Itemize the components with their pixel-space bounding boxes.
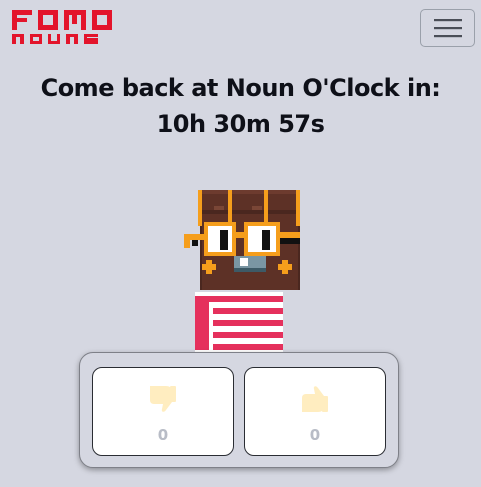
dislike-count: 0: [157, 426, 169, 444]
top-navbar: [0, 0, 481, 56]
like-button[interactable]: 0: [244, 367, 386, 456]
countdown-headline: Come back at Noun O'Clock in: 10h 30m 57…: [0, 70, 481, 142]
menu-toggle-button[interactable]: [420, 9, 475, 47]
countdown-timer: 10h 30m 57s: [156, 110, 325, 138]
noun-character-image: [180, 188, 304, 352]
fomo-nouns-logo[interactable]: [12, 10, 116, 44]
vote-panel: 0 0: [79, 352, 399, 468]
keyhole-mouth: [234, 256, 266, 272]
thumbs-up-icon: [245, 382, 385, 418]
thumbs-down-icon: [93, 382, 233, 418]
dislike-button[interactable]: 0: [92, 367, 234, 456]
countdown-message: Come back at Noun O'Clock in:: [40, 74, 441, 102]
like-count: 0: [309, 426, 321, 444]
striped-body: [195, 292, 283, 352]
hamburger-menu-icon: [434, 19, 462, 38]
